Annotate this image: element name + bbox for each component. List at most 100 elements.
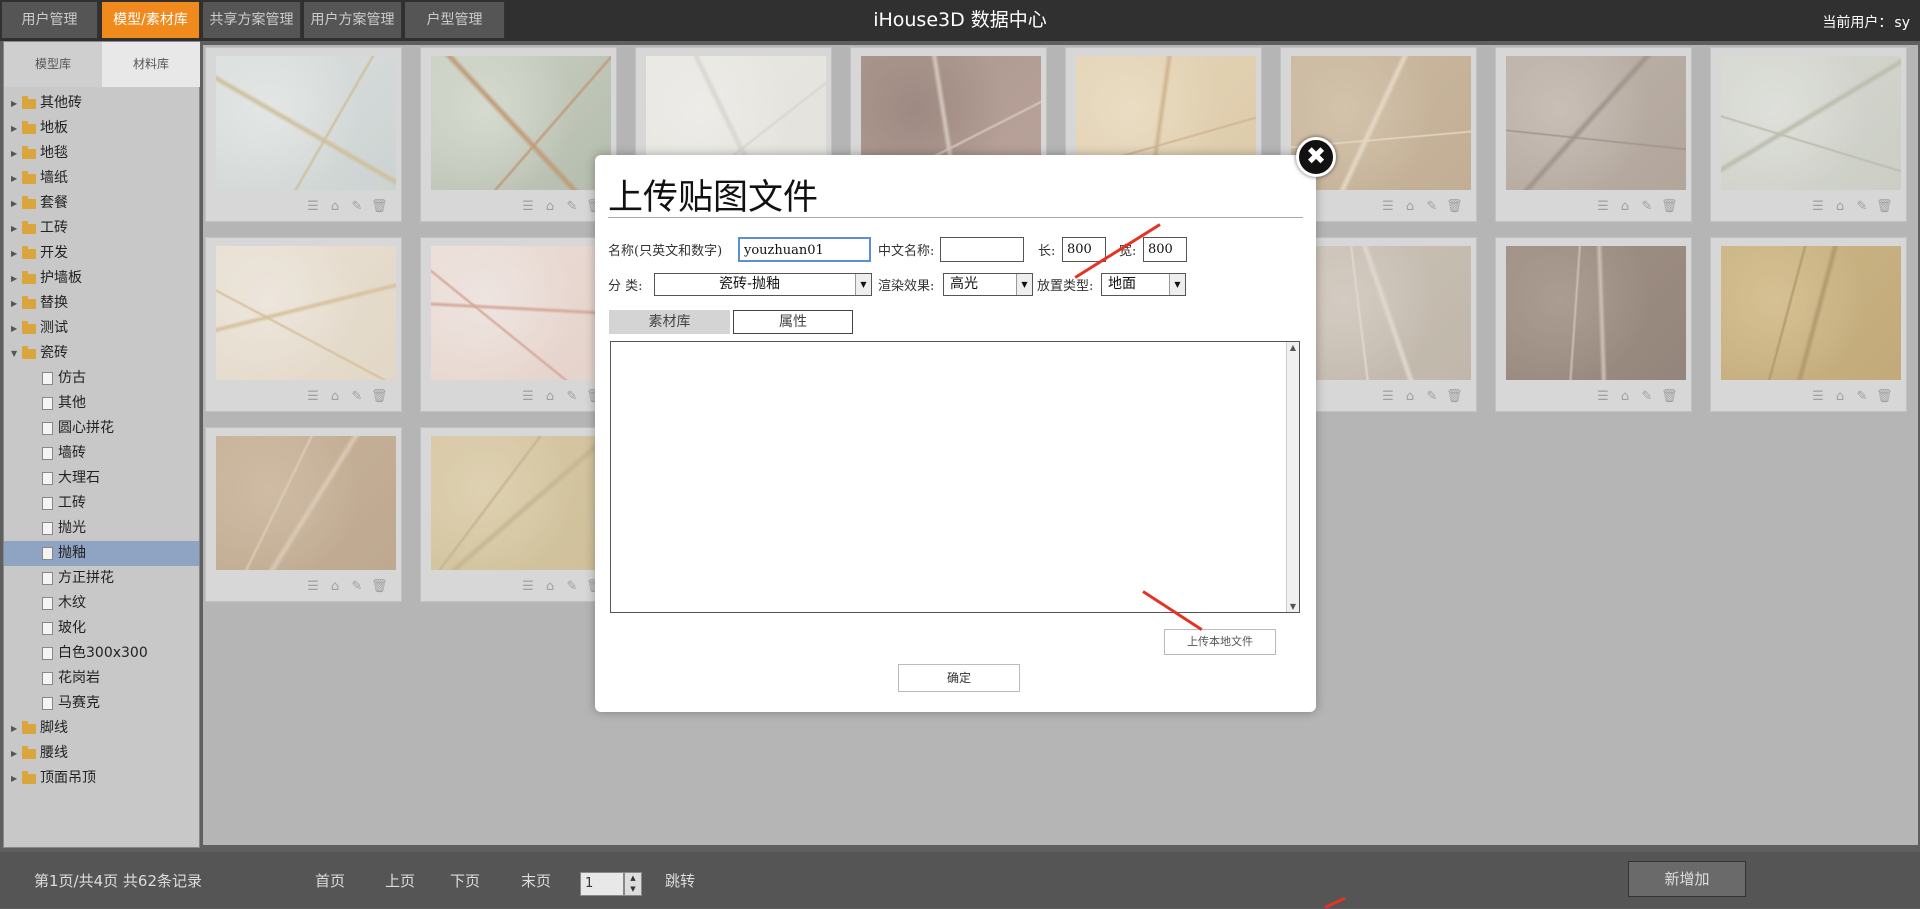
list-icon[interactable]: ☰: [305, 579, 321, 595]
trash-icon[interactable]: 🗑: [1661, 389, 1678, 405]
nav-tab-model-material-library[interactable]: 模型/素材库: [102, 2, 200, 38]
trash-icon[interactable]: 🗑: [371, 579, 388, 595]
expand-right-icon[interactable]: ▶: [11, 741, 17, 766]
tag-icon[interactable]: ⌂: [1832, 389, 1848, 405]
tree-item[interactable]: 墙砖: [4, 441, 199, 466]
list-icon[interactable]: ☰: [1380, 389, 1396, 405]
tree-folder[interactable]: ▶ 墙纸: [4, 166, 199, 191]
edit-icon[interactable]: ✎: [1424, 389, 1440, 405]
tree-item[interactable]: 花岗岩: [4, 666, 199, 691]
list-icon[interactable]: ☰: [1810, 199, 1826, 215]
tag-icon[interactable]: ⌂: [1402, 199, 1418, 215]
next-page-link[interactable]: 下页: [450, 870, 480, 891]
material-thumbnail[interactable]: [1506, 56, 1686, 190]
page-spinner[interactable]: ▲ ▼: [624, 872, 642, 896]
nav-tab-user-management[interactable]: 用户管理: [2, 2, 98, 38]
tree-item[interactable]: 木纹: [4, 591, 199, 616]
category-select[interactable]: 瓷砖-抛釉 ▼: [654, 273, 872, 296]
tree-folder[interactable]: ▶ 脚线: [4, 716, 199, 741]
jump-link[interactable]: 跳转: [665, 870, 695, 891]
list-icon[interactable]: ☰: [520, 389, 536, 405]
expand-right-icon[interactable]: ▶: [11, 166, 17, 191]
sidebar-tab-model-library[interactable]: 模型库: [4, 42, 102, 87]
tag-icon[interactable]: ⌂: [327, 579, 343, 595]
tree-folder[interactable]: ▼ 瓷砖: [4, 341, 199, 366]
trash-icon[interactable]: 🗑: [1661, 199, 1678, 215]
material-thumbnail[interactable]: [1506, 246, 1686, 380]
expand-right-icon[interactable]: ▶: [11, 116, 17, 141]
trash-icon[interactable]: 🗑: [1446, 199, 1463, 215]
material-card[interactable]: ☰⌂✎🗑: [420, 427, 617, 602]
material-thumbnail[interactable]: [1291, 246, 1471, 380]
material-card[interactable]: ☰⌂✎🗑: [420, 237, 617, 412]
tree-folder[interactable]: ▶ 地板: [4, 116, 199, 141]
content-area[interactable]: ▲ ▼: [610, 341, 1300, 613]
page-number-input[interactable]: 1: [580, 872, 624, 896]
edit-icon[interactable]: ✎: [1639, 389, 1655, 405]
scroll-up-icon[interactable]: ▲: [1287, 343, 1299, 352]
tag-icon[interactable]: ⌂: [1832, 199, 1848, 215]
expand-right-icon[interactable]: ▶: [11, 266, 17, 291]
tree-folder[interactable]: ▶ 护墙板: [4, 266, 199, 291]
length-input[interactable]: 800: [1062, 237, 1106, 262]
tree-folder[interactable]: ▶ 测试: [4, 316, 199, 341]
trash-icon[interactable]: 🗑: [1876, 389, 1893, 405]
tree-item[interactable]: 白色300x300: [4, 641, 199, 666]
trash-icon[interactable]: 🗑: [1446, 389, 1463, 405]
tree-item[interactable]: 工砖: [4, 491, 199, 516]
tag-icon[interactable]: ⌂: [542, 199, 558, 215]
tree-item[interactable]: 马赛克: [4, 691, 199, 716]
tag-icon[interactable]: ⌂: [1617, 199, 1633, 215]
edit-icon[interactable]: ✎: [349, 389, 365, 405]
tree-folder[interactable]: ▶ 开发: [4, 241, 199, 266]
tag-icon[interactable]: ⌂: [327, 389, 343, 405]
cn-name-input[interactable]: [940, 237, 1024, 262]
tag-icon[interactable]: ⌂: [327, 199, 343, 215]
scrollbar[interactable]: ▲ ▼: [1286, 342, 1299, 612]
nav-tab-shared-plans[interactable]: 共享方案管理: [203, 2, 301, 38]
render-effect-select[interactable]: 高光 ▼: [943, 273, 1033, 296]
material-card[interactable]: ☰⌂✎🗑: [1710, 237, 1907, 412]
nav-tab-floorplan-management[interactable]: 户型管理: [405, 2, 505, 38]
expand-right-icon[interactable]: ▶: [11, 141, 17, 166]
expand-right-icon[interactable]: ▶: [11, 241, 17, 266]
tree-folder[interactable]: ▶ 套餐: [4, 191, 199, 216]
expand-right-icon[interactable]: ▶: [11, 191, 17, 216]
sidebar-tab-material-library[interactable]: 材料库: [102, 42, 200, 87]
expand-right-icon[interactable]: ▶: [11, 291, 17, 316]
name-input[interactable]: youzhuan01: [738, 237, 871, 262]
confirm-button[interactable]: 确定: [898, 664, 1020, 692]
edit-icon[interactable]: ✎: [1854, 389, 1870, 405]
tree-folder[interactable]: ▶ 地毯: [4, 141, 199, 166]
tree-folder[interactable]: ▶ 工砖: [4, 216, 199, 241]
material-card[interactable]: ☰⌂✎🗑: [205, 427, 402, 602]
tree-item[interactable]: 圆心拼花: [4, 416, 199, 441]
material-thumbnail[interactable]: [431, 246, 611, 380]
tree-item[interactable]: 抛釉: [4, 541, 199, 566]
edit-icon[interactable]: ✎: [1854, 199, 1870, 215]
tree-folder[interactable]: ▶ 顶面吊顶: [4, 766, 199, 791]
tree-item[interactable]: 其他: [4, 391, 199, 416]
list-icon[interactable]: ☰: [1595, 389, 1611, 405]
expand-right-icon[interactable]: ▶: [11, 91, 17, 116]
tree-folder[interactable]: ▶ 腰线: [4, 741, 199, 766]
close-icon[interactable]: ✖: [1296, 137, 1336, 177]
expand-right-icon[interactable]: ▶: [11, 716, 17, 741]
material-thumbnail[interactable]: [216, 56, 396, 190]
trash-icon[interactable]: 🗑: [371, 389, 388, 405]
width-input[interactable]: 800: [1143, 237, 1187, 262]
edit-icon[interactable]: ✎: [1639, 199, 1655, 215]
tag-icon[interactable]: ⌂: [1617, 389, 1633, 405]
material-thumbnail[interactable]: [1721, 56, 1901, 190]
trash-icon[interactable]: 🗑: [1876, 199, 1893, 215]
edit-icon[interactable]: ✎: [564, 199, 580, 215]
material-thumbnail[interactable]: [216, 436, 396, 570]
place-type-select[interactable]: 地面 ▼: [1101, 273, 1186, 296]
material-card[interactable]: ☰⌂✎🗑: [205, 47, 402, 222]
tree-folder[interactable]: ▶ 替换: [4, 291, 199, 316]
list-icon[interactable]: ☰: [520, 579, 536, 595]
tree-folder[interactable]: ▶ 其他砖: [4, 91, 199, 116]
tag-icon[interactable]: ⌂: [1402, 389, 1418, 405]
material-thumbnail[interactable]: [216, 246, 396, 380]
list-icon[interactable]: ☰: [305, 199, 321, 215]
